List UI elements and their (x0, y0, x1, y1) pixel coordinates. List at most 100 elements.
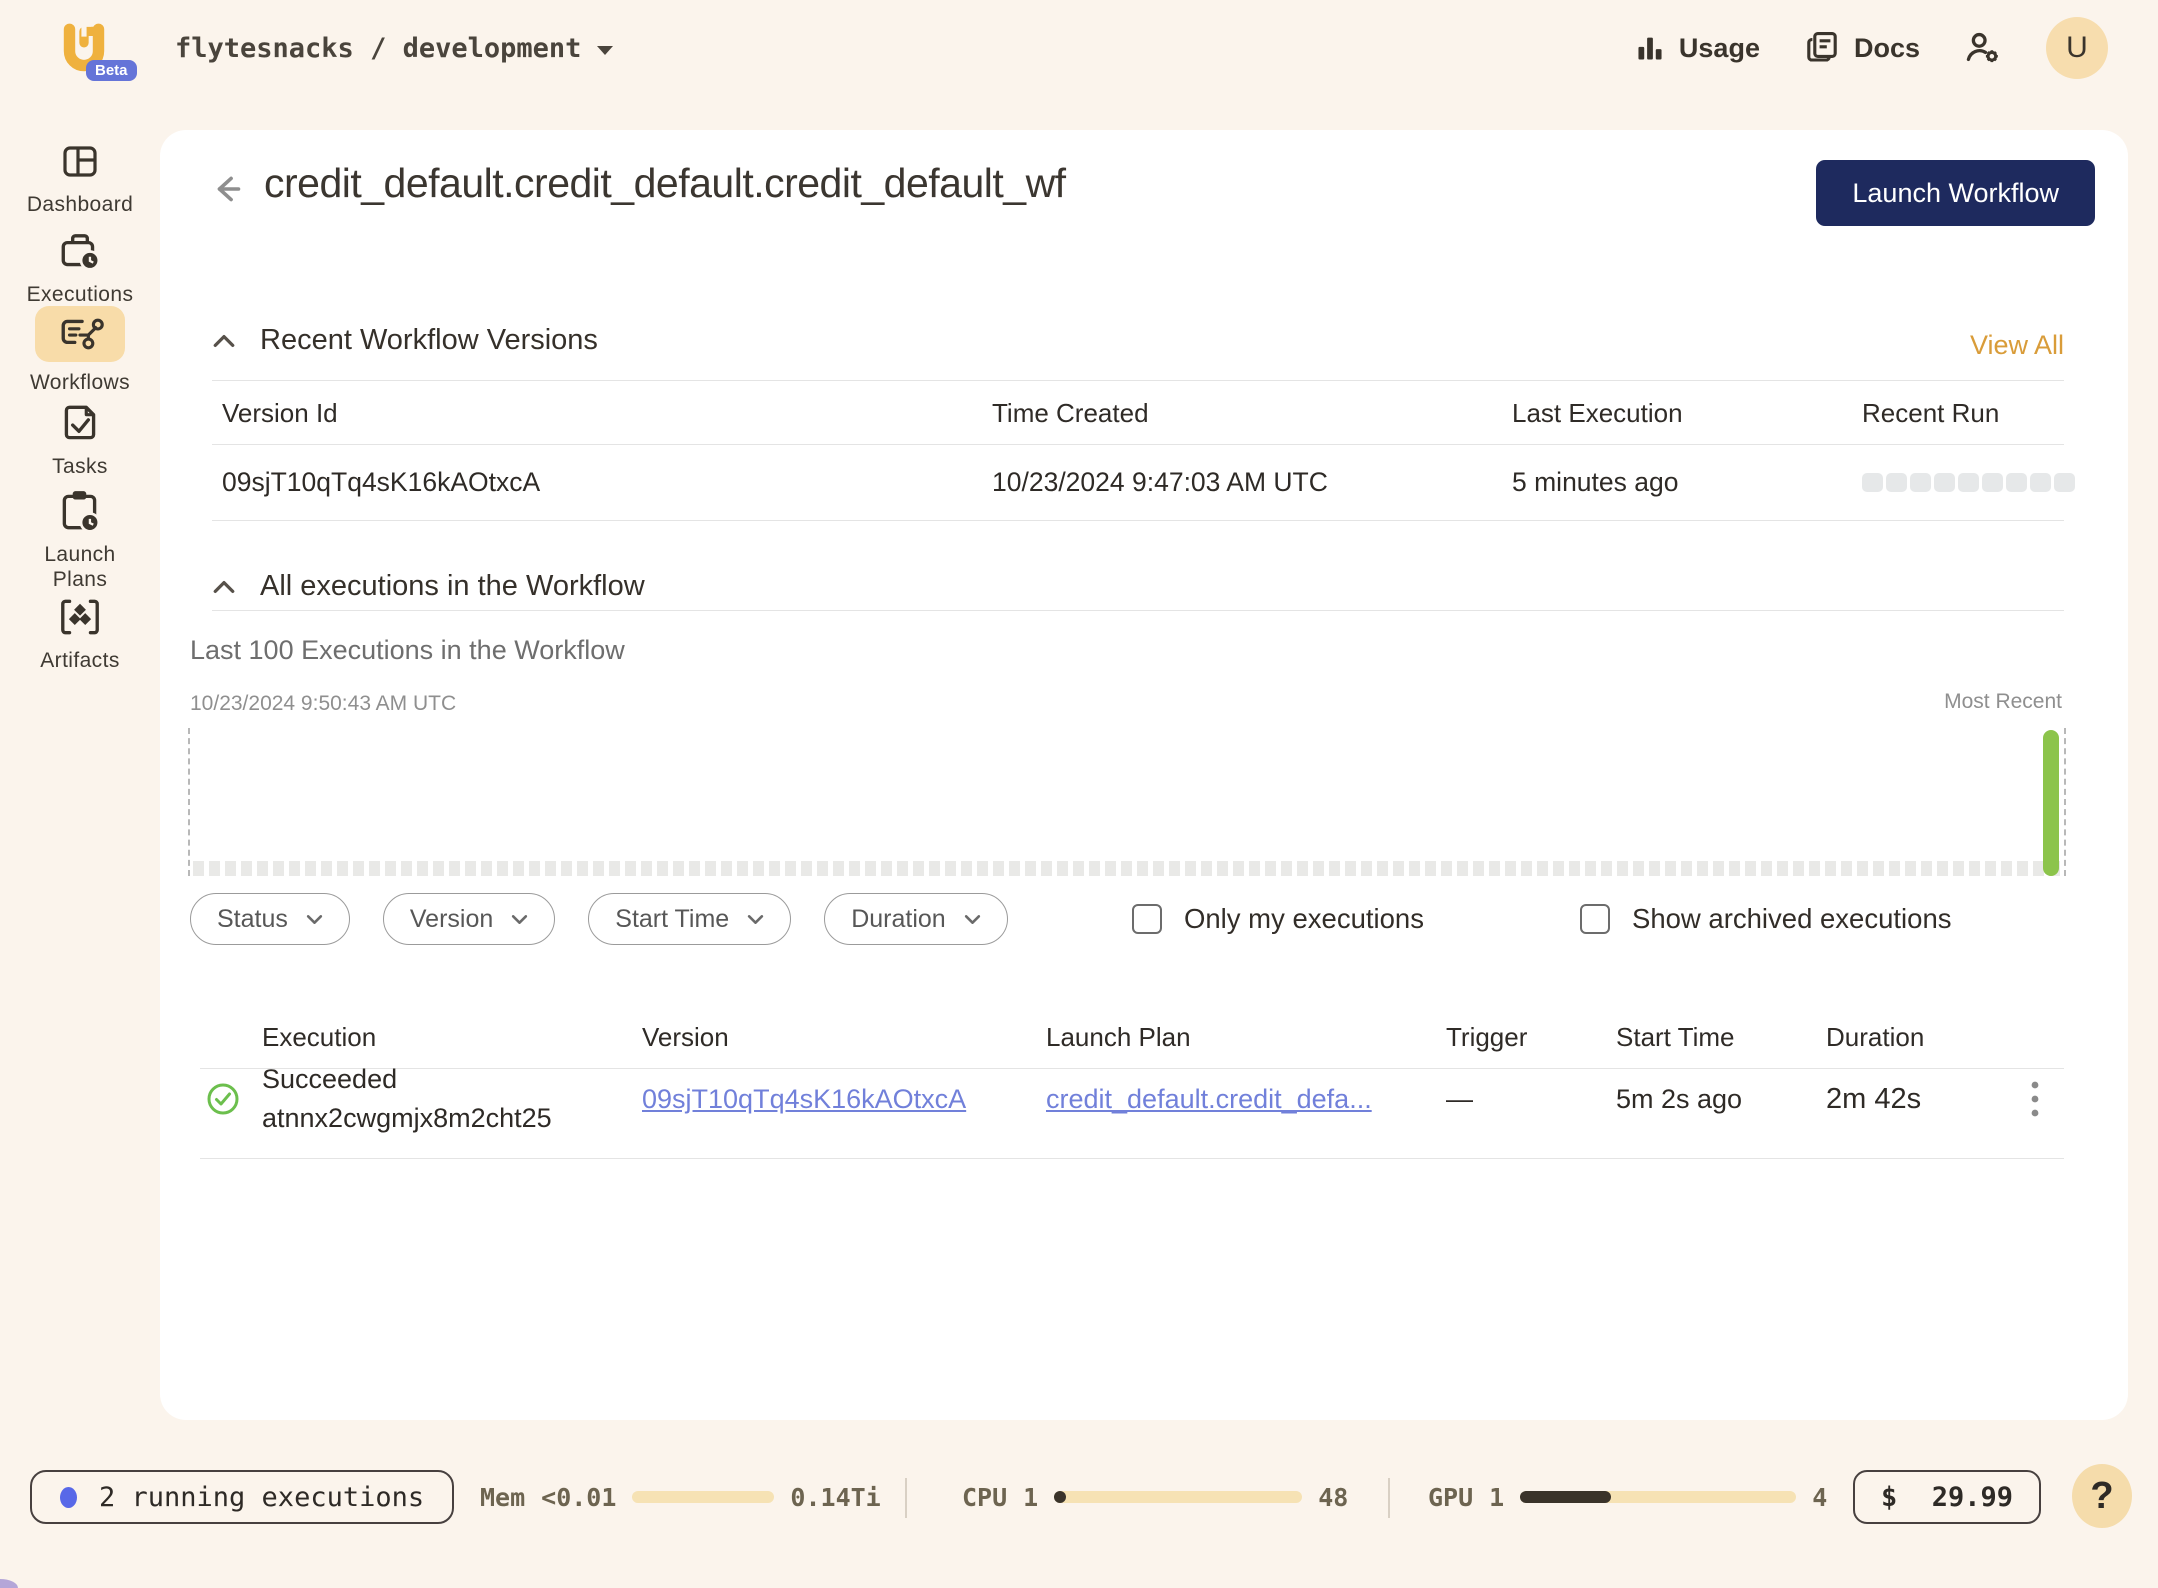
only-my-executions-checkbox[interactable]: Only my executions (1132, 893, 1424, 945)
mem-label: Mem (480, 1483, 525, 1512)
gpu-min-value: 1 (1489, 1483, 1504, 1512)
recent-versions-section-header[interactable]: Recent Workflow Versions (212, 324, 598, 357)
divider (200, 1158, 2064, 1159)
timeline-empty-slots (193, 861, 2061, 876)
gpu-bar-fill (1520, 1491, 1611, 1503)
chevron-down-icon (511, 914, 528, 925)
chart-title: Last 100 Executions in the Workflow (190, 635, 625, 666)
recent-versions-header-row: Version Id Time Created Last Execution R… (212, 382, 2064, 444)
all-executions-heading: All executions in the Workflow (260, 570, 645, 603)
artifacts-icon (56, 595, 104, 639)
chevron-down-icon (306, 914, 323, 925)
col-recent-run: Recent Run (1852, 398, 2064, 429)
succeeded-check-icon (206, 1082, 240, 1116)
view-all-link[interactable]: View All (1970, 330, 2064, 361)
executions-timeline-chart[interactable] (188, 728, 2066, 876)
time-created-cell: 10/23/2024 9:47:03 AM UTC (982, 467, 1502, 498)
corner-decoration (0, 1579, 18, 1588)
running-executions-label: 2 running executions (99, 1482, 424, 1513)
breadcrumb[interactable]: flytesnacks / development (175, 0, 613, 96)
sidebar-label-tasks: Tasks (25, 454, 135, 479)
cost-button[interactable]: $ 29.99 (1853, 1470, 2041, 1524)
divider (212, 380, 2064, 381)
sidebar-item-artifacts[interactable]: Artifacts (0, 594, 160, 673)
breadcrumb-label: flytesnacks / development (175, 33, 581, 64)
launch-workflow-button[interactable]: Launch Workflow (1816, 160, 2095, 226)
divider (212, 520, 2064, 521)
cpu-min-value: 1 (1023, 1483, 1038, 1512)
chevron-down-icon (964, 914, 981, 925)
execution-table-row[interactable]: Succeeded atnnx2cwgmjx8m2cht25 09sjT10qT… (200, 1040, 2064, 1158)
docs-label: Docs (1854, 33, 1920, 64)
gpu-bar (1520, 1491, 1796, 1503)
mem-min-value: <0.01 (541, 1483, 616, 1512)
currency-symbol: $ (1881, 1482, 1897, 1513)
top-bar: Beta flytesnacks / development Usage Doc… (0, 0, 2158, 96)
docs-button[interactable]: Docs (1804, 30, 1920, 66)
only-my-executions-label: Only my executions (1184, 903, 1424, 935)
filter-status[interactable]: Status (190, 893, 350, 945)
page-title: credit_default.credit_default.credit_def… (264, 160, 1066, 207)
show-archived-checkbox[interactable]: Show archived executions (1580, 893, 1952, 945)
cpu-bar (1054, 1491, 1302, 1503)
sidebar-label-dashboard: Dashboard (25, 192, 135, 217)
divider (905, 1478, 907, 1518)
avatar-initial: U (2066, 31, 2088, 65)
mem-bar (632, 1491, 774, 1503)
memory-usage-meter: Mem <0.01 0.14Ti (480, 1470, 881, 1524)
execution-id: atnnx2cwgmjx8m2cht25 (262, 1099, 636, 1138)
gpu-usage-meter: GPU 1 4 (1428, 1470, 1827, 1524)
show-archived-label: Show archived executions (1632, 903, 1952, 935)
mem-max-value: 0.14Ti (790, 1483, 880, 1512)
docs-icon (1804, 30, 1840, 66)
col-version-id: Version Id (212, 398, 982, 429)
all-executions-section-header[interactable]: All executions in the Workflow (212, 570, 645, 603)
filter-version[interactable]: Version (383, 893, 555, 945)
checkbox-icon[interactable] (1580, 904, 1610, 934)
filter-duration[interactable]: Duration (824, 893, 1008, 945)
union-logo[interactable]: Beta (58, 20, 128, 84)
kebab-menu-icon (2030, 1080, 2040, 1118)
sidebar-label-workflows: Workflows (25, 370, 135, 395)
chevron-up-icon (212, 579, 236, 595)
filter-duration-label: Duration (851, 905, 946, 934)
dashboard-icon (57, 139, 103, 183)
usage-button[interactable]: Usage (1635, 33, 1760, 64)
sidebar-item-workflows[interactable]: Workflows (0, 306, 160, 395)
sidebar-item-dashboard[interactable]: Dashboard (0, 138, 160, 217)
usage-label: Usage (1679, 33, 1760, 64)
recent-version-row[interactable]: 09sjT10qTq4sK16kAOtxcA 10/23/2024 9:47:0… (212, 444, 2064, 520)
avatar[interactable]: U (2046, 17, 2108, 79)
cpu-max-value: 48 (1318, 1483, 1348, 1512)
filter-start-time[interactable]: Start Time (588, 893, 791, 945)
user-gear-icon (1964, 29, 2002, 67)
chevron-down-icon (597, 46, 613, 55)
chart-most-recent-label: Most Recent (1944, 690, 2062, 714)
checkbox-icon[interactable] (1132, 904, 1162, 934)
row-menu-button[interactable] (2000, 1080, 2064, 1118)
divider (212, 610, 2064, 611)
sidebar-item-executions[interactable]: Executions (0, 228, 160, 307)
running-executions-button[interactable]: 2 running executions (30, 1470, 454, 1524)
divider (1388, 1478, 1390, 1518)
chevron-down-icon (747, 914, 764, 925)
trigger-cell: — (1440, 1084, 1610, 1115)
back-arrow-icon (210, 172, 248, 206)
sidebar-label-executions: Executions (25, 282, 135, 307)
col-time-created: Time Created (982, 398, 1502, 429)
cpu-label: CPU (962, 1483, 1007, 1512)
main-content-card: credit_default.credit_default.credit_def… (160, 130, 2128, 1420)
sidebar-item-launch-plans[interactable]: Launch Plans (0, 488, 160, 592)
help-button[interactable]: ? (2072, 1464, 2132, 1528)
user-settings-button[interactable] (1964, 29, 2002, 67)
chevron-up-icon (212, 333, 236, 349)
last-execution-cell: 5 minutes ago (1502, 467, 1852, 498)
version-id-cell: 09sjT10qTq4sK16kAOtxcA (212, 467, 982, 498)
launch-plan-link[interactable]: credit_default.credit_defa... (1046, 1084, 1372, 1114)
recent-run-squares (1862, 473, 2075, 492)
succeeded-execution-bar[interactable] (2043, 730, 2059, 876)
sidebar-item-tasks[interactable]: Tasks (0, 400, 160, 479)
back-button[interactable] (210, 172, 248, 206)
duration-cell: 2m 42s (1820, 1083, 2000, 1116)
version-link[interactable]: 09sjT10qTq4sK16kAOtxcA (642, 1084, 966, 1114)
